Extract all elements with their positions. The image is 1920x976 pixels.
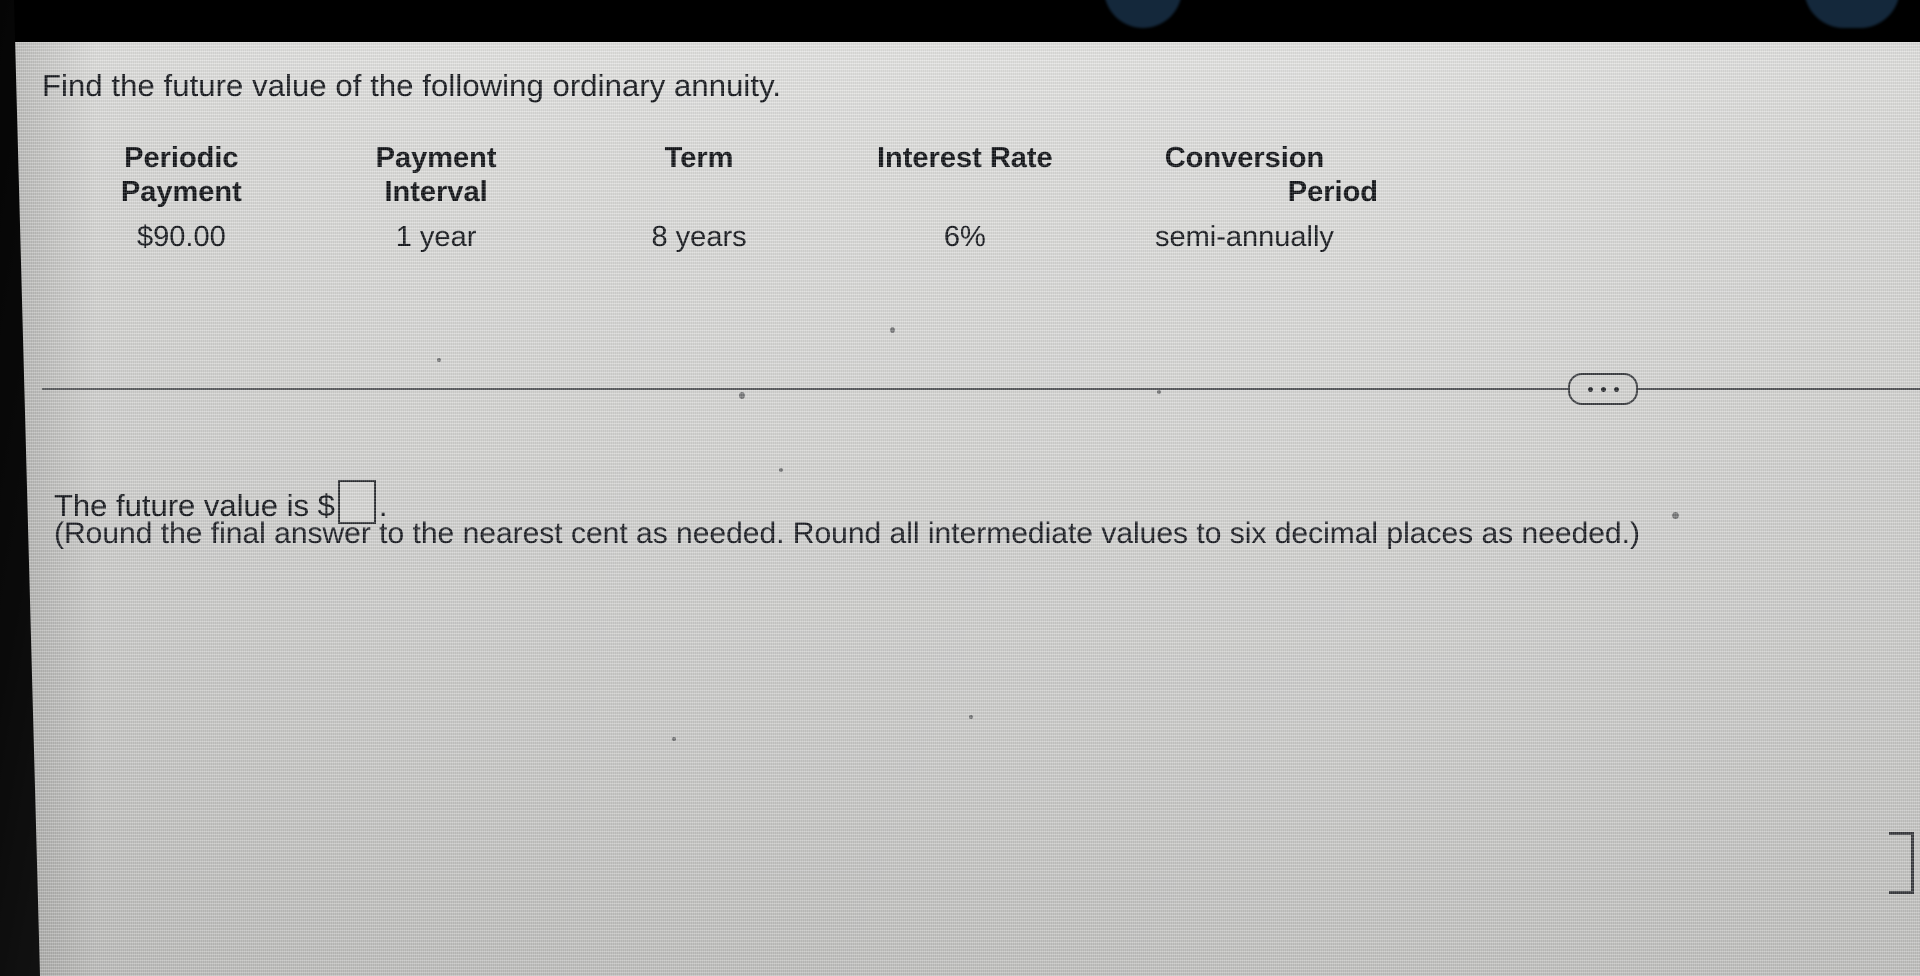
dust-speck [437, 358, 441, 362]
table-row: $90.00 1 year 8 years 6% semi-annually [54, 214, 1394, 255]
ellipsis-icon-dot-2 [1600, 386, 1606, 392]
column-header-interest-rate: Interest Rate [835, 142, 1095, 214]
cell-periodic-payment: $90.00 [137, 220, 226, 253]
column-header-periodic-payment: Periodic Payment [54, 142, 309, 214]
annuity-data-table: Periodic Payment Payment Interval Term I… [54, 142, 1394, 255]
column-header-term: Term [563, 142, 834, 214]
cell-conversion-period: semi-annually [1155, 220, 1334, 253]
dust-speck [739, 392, 745, 399]
question-page-surface: Find the future value of the following o… [0, 42, 1920, 976]
column-header-payment-interval: Payment Interval [309, 142, 564, 214]
column-header-line1: Term [664, 142, 734, 174]
problem-statement: Find the future value of the following o… [42, 68, 782, 103]
dust-speck [890, 327, 895, 333]
dust-speck [1157, 390, 1161, 394]
cell-term: 8 years [651, 220, 747, 253]
app-header-bar [0, 0, 1920, 42]
cell-payment-interval: 1 year [395, 220, 477, 253]
ellipsis-icon-dot-3 [1613, 386, 1619, 392]
header-ui-fragment-left [1104, 0, 1182, 28]
monitor-photo: Find the future value of the following o… [0, 0, 1920, 976]
rounding-instruction: (Round the final answer to the nearest c… [54, 517, 1640, 550]
column-header-line2: Period [1287, 175, 1378, 208]
edge-ui-fragment [1889, 832, 1914, 894]
table-header-row: Periodic Payment Payment Interval Term I… [54, 142, 1394, 214]
more-options-button[interactable] [1568, 373, 1638, 405]
dust-speck [1672, 512, 1679, 519]
cell-interest-rate: 6% [943, 220, 986, 253]
header-ui-fragment-right [1804, 0, 1900, 28]
column-header-line1: Conversion [1164, 142, 1325, 174]
column-header-line1: Periodic [124, 142, 239, 174]
column-header-line2: Payment [120, 175, 242, 208]
dust-speck [779, 468, 783, 472]
column-header-line2: Interval [384, 175, 488, 208]
column-header-line1: Payment [375, 142, 497, 174]
column-header-line1: Interest Rate [877, 142, 1053, 174]
dust-speck [969, 715, 973, 719]
ellipsis-icon-dot-1 [1587, 386, 1593, 392]
dust-speck [672, 737, 676, 741]
column-header-conversion-period: Conversion Period [1095, 142, 1394, 214]
section-divider [42, 388, 1920, 390]
